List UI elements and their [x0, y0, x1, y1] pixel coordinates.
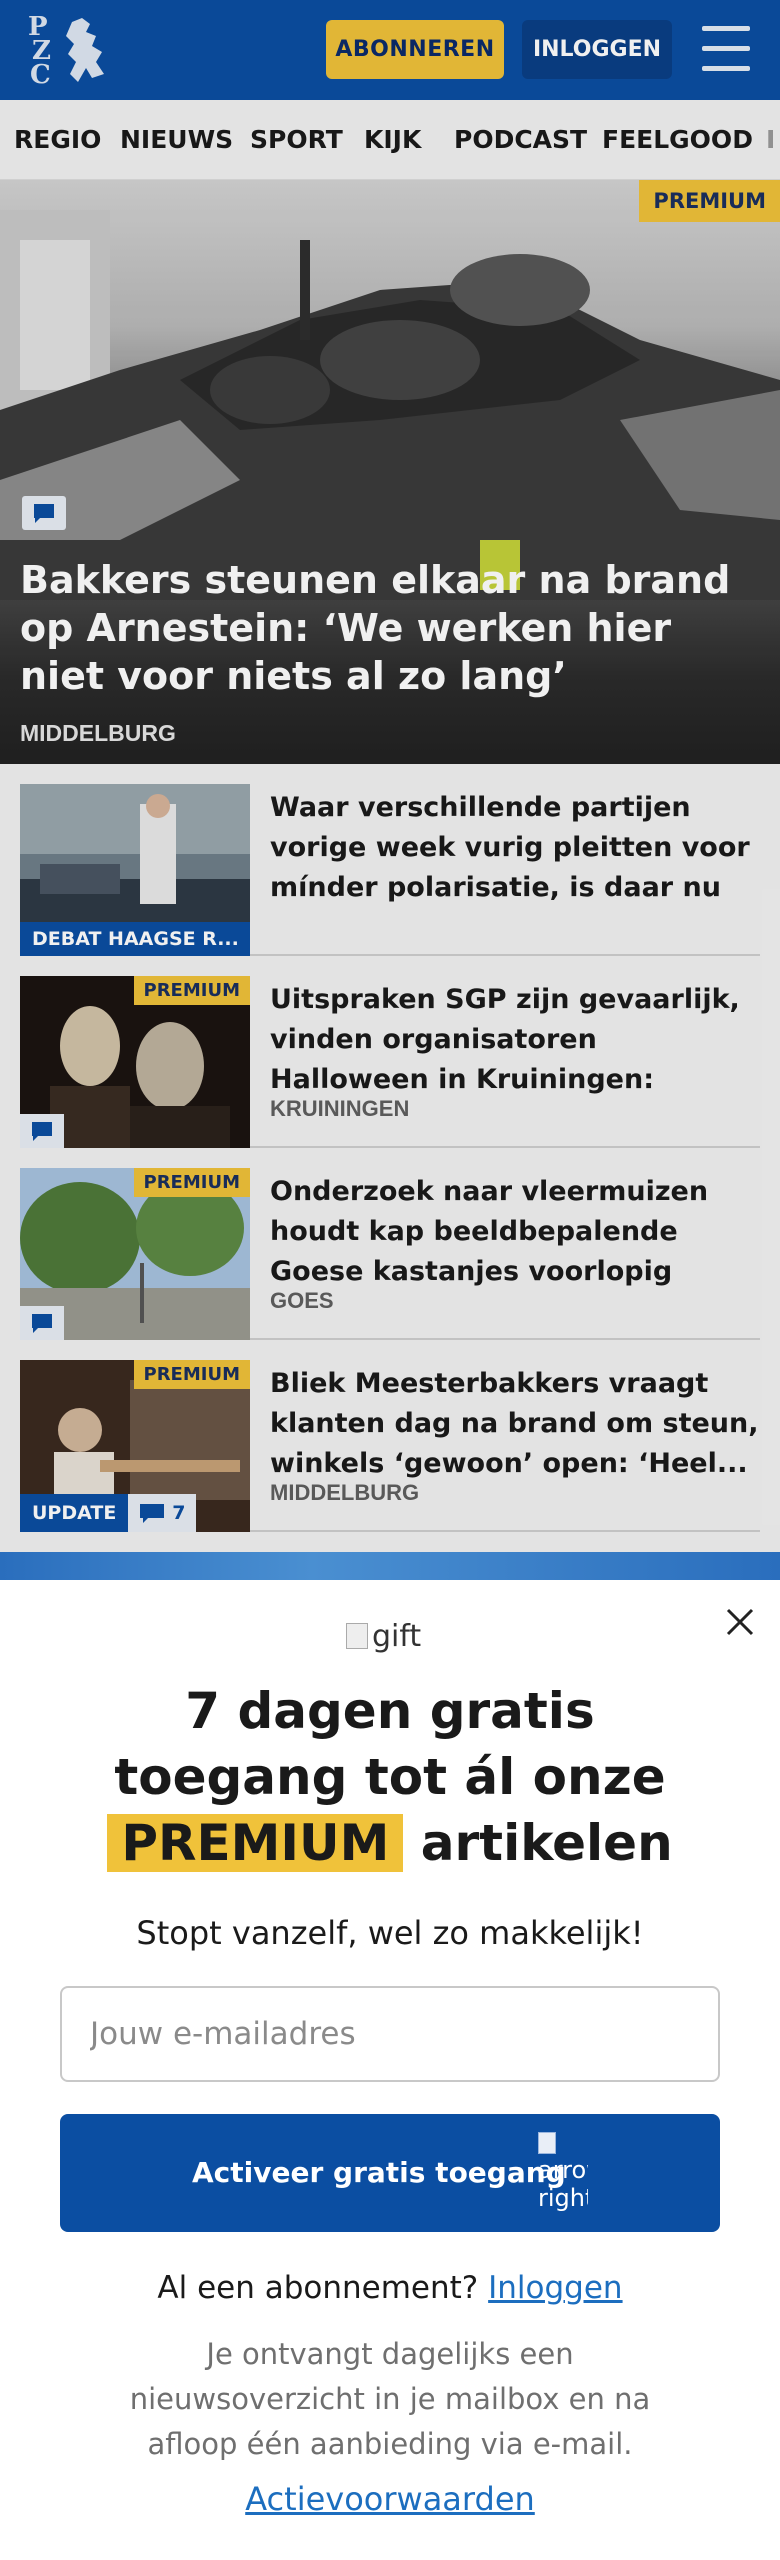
arrow-right-icon: arrow-right: [538, 2128, 588, 2218]
terms-link[interactable]: Actievoorwaarden: [40, 2480, 740, 2518]
modal-title: 7 dagen gratis toegang tot ál onze PREMI…: [40, 1678, 740, 1876]
modal-title-line1: 7 dagen gratis: [185, 1682, 595, 1740]
close-icon[interactable]: [722, 1604, 758, 1640]
newsletter-info: Je ontvangt dagelijks een nieuwsoverzich…: [129, 2337, 651, 2461]
modal-subtitle: Stopt vanzelf, wel zo makkelijk!: [136, 1914, 644, 1952]
page-dim-overlay: [0, 0, 780, 1580]
modal-title-line2: toegang tot ál onze: [114, 1748, 666, 1806]
gift-icon: gift: [346, 1614, 421, 1658]
premium-highlight: PREMIUM: [107, 1814, 404, 1872]
existing-subscription-line: Al een abonnement? Inloggen: [40, 2270, 740, 2306]
existing-subscription-text: Al een abonnement?: [157, 2270, 479, 2306]
premium-trial-modal: gift 7 dagen gratis toegang tot ál onze …: [0, 1552, 780, 2560]
modal-title-line3: artikelen: [420, 1814, 673, 1872]
activate-trial-label: Activeer gratis toegang: [192, 2156, 566, 2189]
arrow-alt-text: arrow-right: [538, 2156, 588, 2212]
activate-trial-button[interactable]: Activeer gratis toegang arrow-right: [60, 2114, 720, 2232]
login-link[interactable]: Inloggen: [488, 2270, 622, 2306]
email-field[interactable]: [60, 1986, 720, 2082]
gift-alt-text: gift: [372, 1618, 422, 1654]
next-article-peek: [0, 1552, 780, 1580]
